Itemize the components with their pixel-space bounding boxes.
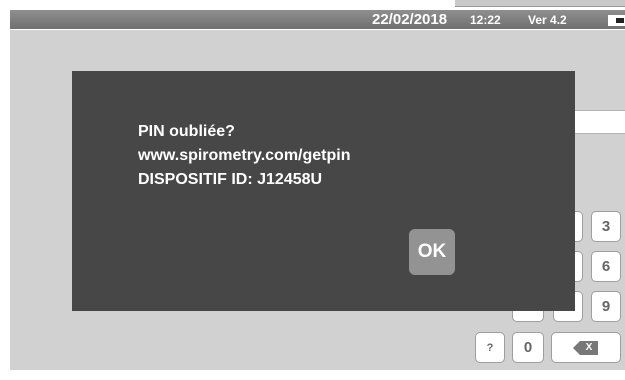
battery-icon xyxy=(608,15,625,26)
keypad-key-3[interactable]: 3 xyxy=(591,211,621,242)
dialog-line-device-id: DISPOSITIF ID: J12458U xyxy=(138,171,323,188)
backspace-key[interactable] xyxy=(551,332,621,363)
status-time: 12:22 xyxy=(470,13,501,27)
backspace-icon xyxy=(573,340,599,355)
dialog-message: PIN oubliée? www.spirometry.com/getpin D… xyxy=(138,120,350,192)
help-key[interactable]: ? xyxy=(475,332,505,363)
status-version: Ver 4.2 xyxy=(528,13,567,27)
forgot-pin-dialog: PIN oubliée? www.spirometry.com/getpin D… xyxy=(72,71,575,311)
top-tab xyxy=(455,0,625,7)
status-bar: 22/02/2018 12:22 Ver 4.2 xyxy=(10,10,625,29)
ok-button[interactable]: OK xyxy=(409,229,455,275)
dialog-line-url: www.spirometry.com/getpin xyxy=(138,147,351,164)
keypad-key-0[interactable]: 0 xyxy=(512,332,544,363)
keypad-key-9[interactable]: 9 xyxy=(591,291,621,322)
dialog-line-question: PIN oubliée? xyxy=(138,123,235,140)
status-date: 22/02/2018 xyxy=(372,11,448,28)
keypad-key-6[interactable]: 6 xyxy=(591,251,621,282)
